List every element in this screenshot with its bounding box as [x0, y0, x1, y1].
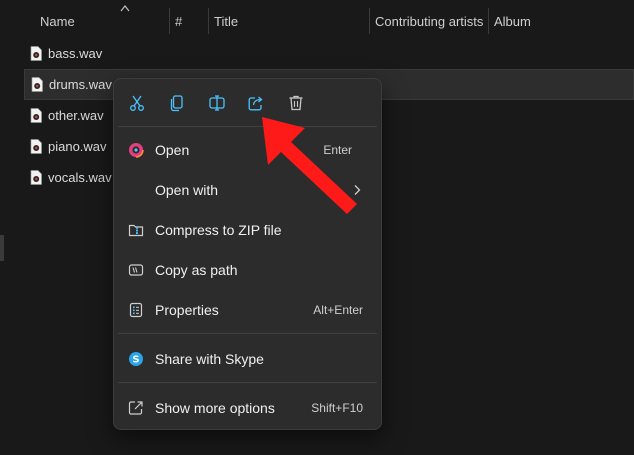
cut-icon — [130, 95, 144, 111]
menu-divider — [118, 333, 377, 334]
share-icon — [248, 96, 263, 111]
file-row-bass[interactable]: bass.wav — [24, 38, 634, 69]
properties-icon — [129, 302, 143, 318]
menu-divider — [118, 382, 377, 383]
delete-icon — [289, 95, 303, 111]
menu-item-open-with[interactable]: Open with — [118, 172, 377, 208]
menu-item-share-with-skype[interactable]: S Share with Skype — [118, 341, 377, 377]
menu-divider — [118, 126, 377, 127]
menu-item-label: Copy as path — [155, 262, 238, 278]
audio-file-icon — [31, 77, 43, 92]
svg-text:S: S — [132, 355, 139, 366]
rename-button[interactable] — [205, 91, 229, 115]
column-contributing-artists[interactable]: Contributing artists — [369, 12, 483, 34]
menu-item-label: Compress to ZIP file — [155, 222, 282, 238]
menu-item-label: Open — [155, 142, 190, 158]
menu-item-label: Share with Skype — [155, 351, 264, 367]
copy-path-icon — [128, 264, 144, 276]
copy-button[interactable] — [165, 91, 189, 115]
menu-item-show-more-options[interactable]: Show more options Shift+F10 — [118, 390, 377, 426]
show-more-icon — [128, 401, 143, 415]
menu-item-compress-zip[interactable]: Compress to ZIP file — [118, 212, 377, 248]
menu-item-label: Open with — [155, 182, 219, 198]
audio-file-icon — [30, 108, 42, 123]
file-explorer-window: Name # Title Contributing artists Album … — [0, 0, 634, 455]
skype-icon: S — [129, 352, 143, 366]
column-number[interactable]: # — [169, 12, 182, 34]
cut-button[interactable] — [125, 91, 149, 115]
media-player-icon — [128, 142, 144, 158]
audio-file-icon — [30, 170, 42, 185]
menu-item-copy-as-path[interactable]: Copy as path — [118, 252, 377, 288]
file-name: vocals.wav — [48, 170, 112, 185]
menu-item-label: Show more options — [155, 400, 275, 416]
context-menu-toolbar — [114, 79, 381, 127]
audio-file-icon — [30, 46, 42, 61]
column-header: Name # Title Contributing artists Album — [24, 0, 634, 42]
zip-folder-icon — [128, 224, 144, 237]
column-name[interactable]: Name — [34, 12, 75, 34]
copy-icon — [170, 95, 183, 112]
file-name: other.wav — [48, 108, 104, 123]
context-menu: Open Enter Open with Compress to ZIP fil… — [113, 78, 382, 430]
file-name: piano.wav — [48, 139, 107, 154]
column-album[interactable]: Album — [488, 12, 531, 34]
chevron-right-icon — [354, 185, 361, 195]
keyboard-shortcut: Shift+F10 — [311, 401, 363, 415]
sort-ascending-icon[interactable] — [120, 4, 130, 12]
share-button[interactable] — [244, 91, 268, 115]
keyboard-shortcut: Enter — [323, 143, 352, 157]
keyboard-shortcut: Alt+Enter — [313, 303, 363, 317]
delete-button[interactable] — [284, 91, 308, 115]
menu-item-properties[interactable]: Properties Alt+Enter — [118, 292, 377, 328]
column-title[interactable]: Title — [208, 12, 238, 34]
menu-item-label: Properties — [155, 302, 219, 318]
file-name: bass.wav — [48, 46, 103, 61]
rename-icon — [209, 95, 225, 111]
file-name: drums.wav — [49, 77, 112, 92]
navigation-pane-scrollbar[interactable] — [0, 235, 4, 261]
audio-file-icon — [30, 139, 42, 154]
menu-item-open[interactable]: Open Enter — [118, 132, 377, 168]
